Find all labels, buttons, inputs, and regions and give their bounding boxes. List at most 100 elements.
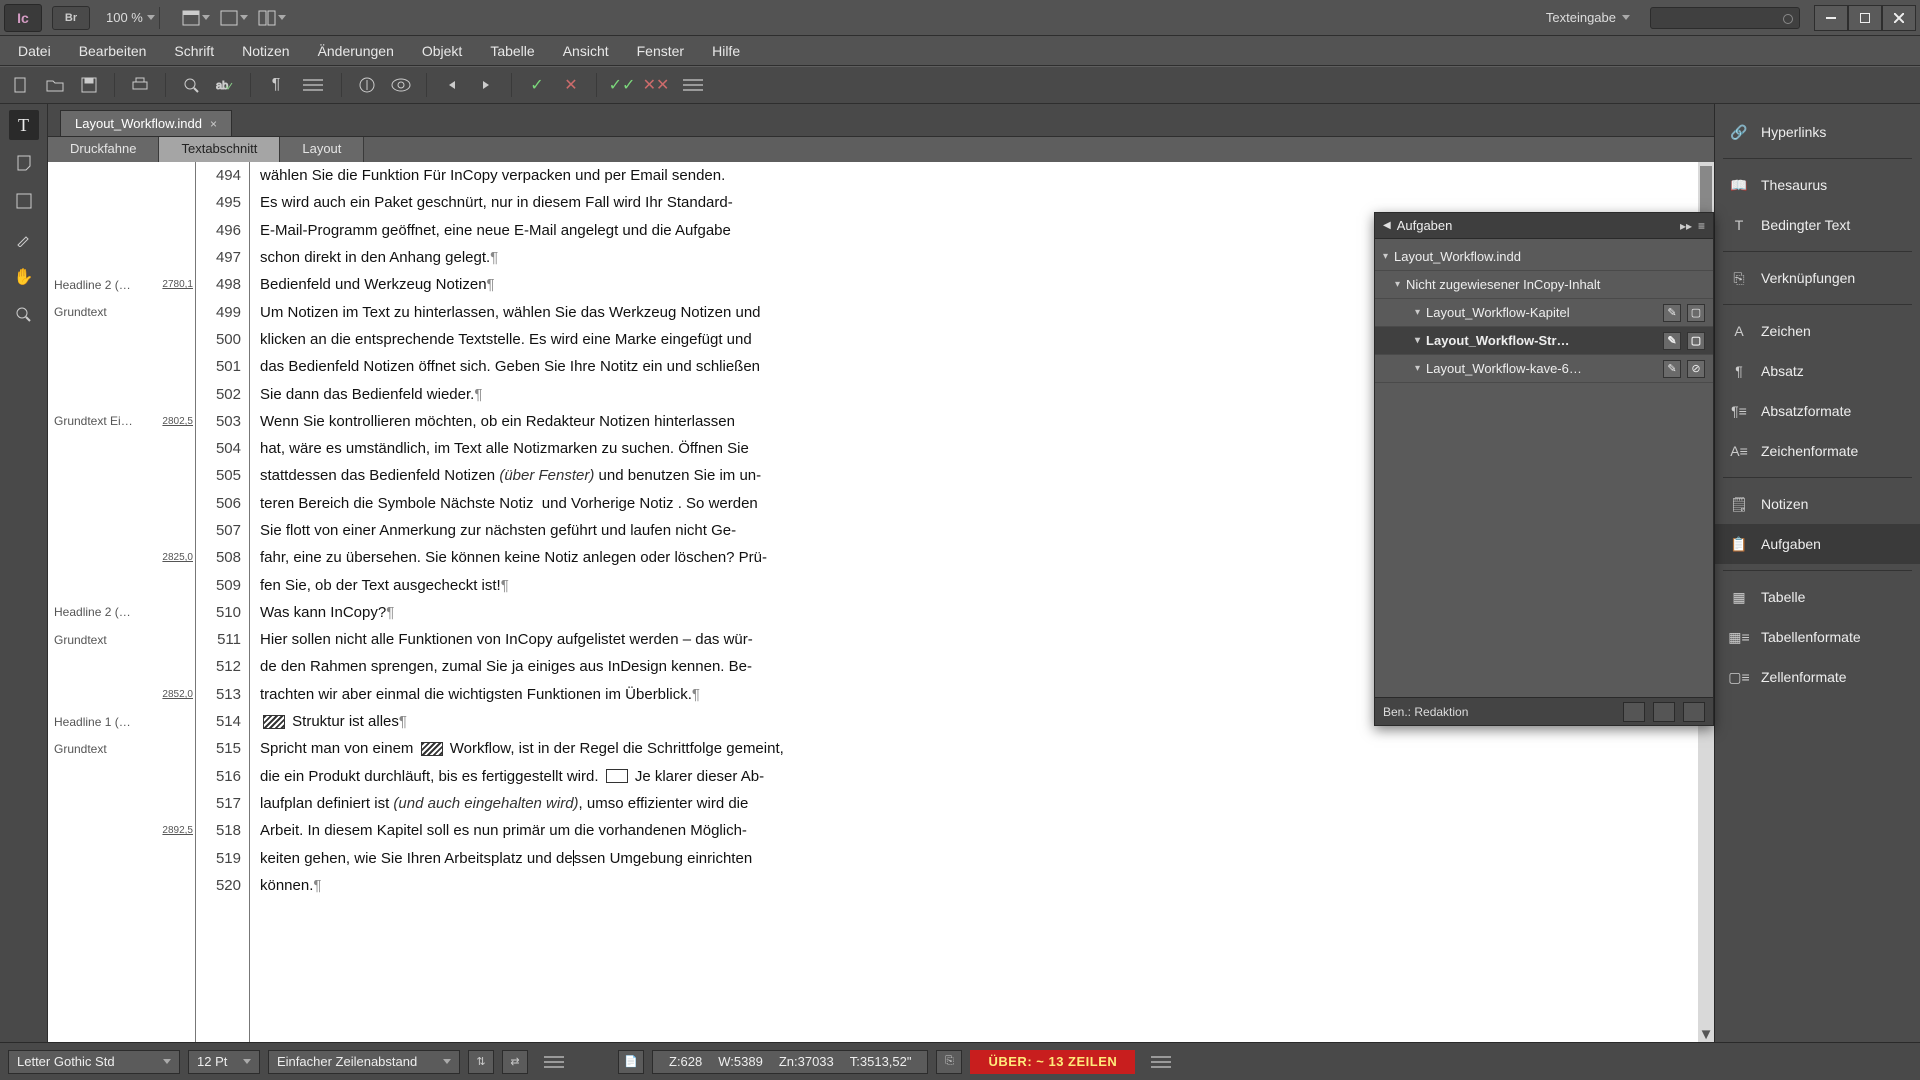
zoom-tool-icon[interactable]	[9, 300, 39, 330]
menu-notizen[interactable]: Notizen	[228, 37, 303, 65]
show-hidden-chars-icon[interactable]: ¶	[261, 72, 291, 98]
panel-tab-notizen[interactable]: 🗒Notizen	[1715, 484, 1920, 524]
note-tool-icon[interactable]	[9, 148, 39, 178]
screen-mode-icon[interactable]	[220, 7, 248, 29]
close-tab-icon[interactable]: ×	[210, 117, 217, 131]
zoom-level-dropdown[interactable]: 100 %	[106, 10, 155, 25]
edit-icon[interactable]: ✎	[1663, 360, 1681, 378]
find-icon[interactable]	[176, 72, 206, 98]
menu-objekt[interactable]: Objekt	[408, 37, 476, 65]
panel-tab-zellenformate[interactable]: ▢≡Zellenformate	[1715, 657, 1920, 697]
prev-change-icon[interactable]	[437, 72, 467, 98]
menu-hilfe[interactable]: Hilfe	[698, 37, 754, 65]
accept-all-icon[interactable]: ✓✓	[607, 72, 637, 98]
panel-tab-verknüpfungen[interactable]: ⎘Verknüpfungen	[1715, 258, 1920, 298]
font-family-dropdown[interactable]: Letter Gothic Std	[8, 1050, 180, 1074]
toolbar-menu-icon[interactable]	[683, 79, 703, 91]
workspace-switcher[interactable]: Texteingabe	[1546, 10, 1630, 25]
vertical-text-icon[interactable]: ⇅	[468, 1050, 494, 1074]
assignment-item[interactable]: ▾Layout_Workflow-Str…✎▢	[1375, 327, 1713, 355]
panel-tab-tabelle[interactable]: ▦Tabelle	[1715, 577, 1920, 617]
panel-tab-zeichen[interactable]: AZeichen	[1715, 311, 1920, 351]
panel-tab-tabellenformate[interactable]: ▦≡Tabellenformate	[1715, 617, 1920, 657]
panel-tab-thesaurus[interactable]: 📖Thesaurus	[1715, 165, 1920, 205]
panel-header[interactable]: ◀ Aufgaben ▸▸ ≡	[1375, 213, 1713, 239]
next-change-icon[interactable]	[471, 72, 501, 98]
preview-icon[interactable]	[386, 72, 416, 98]
off-icon[interactable]: ⊘	[1687, 360, 1705, 378]
view-tab-layout[interactable]: Layout	[280, 137, 364, 162]
close-button[interactable]	[1882, 5, 1916, 31]
text-line[interactable]: Arbeit. In diesem Kapitel soll es nun pr…	[260, 817, 1714, 844]
hand-tool-icon[interactable]: ✋	[9, 262, 39, 292]
check-out-icon[interactable]	[1683, 702, 1705, 722]
maximize-button[interactable]	[1848, 5, 1882, 31]
menu-fenster[interactable]: Fenster	[623, 37, 698, 65]
stats-toggle-icon[interactable]: 📄	[618, 1050, 644, 1074]
new-icon[interactable]	[6, 72, 36, 98]
collapse-panel-icon[interactable]: ▸▸	[1680, 219, 1692, 233]
status-menu-icon[interactable]	[1151, 1056, 1171, 1068]
panel-tab-bedingter text[interactable]: TBedingter Text	[1715, 205, 1920, 245]
leading-dropdown[interactable]: Einfacher Zeilenabstand	[268, 1050, 460, 1074]
menu-schrift[interactable]: Schrift	[160, 37, 228, 65]
font-size-dropdown[interactable]: 12 Pt	[188, 1050, 260, 1074]
reject-change-icon[interactable]: ✕	[556, 72, 586, 98]
tracking-toggle-icon[interactable]	[352, 72, 382, 98]
view-options-icon[interactable]	[182, 7, 210, 29]
arrange-documents-icon[interactable]	[258, 7, 286, 29]
reject-all-icon[interactable]: ✕✕	[641, 72, 671, 98]
edit-icon[interactable]: ✎	[1663, 332, 1681, 350]
text-line[interactable]: keiten gehen, wie Sie Ihren Arbeitsplatz…	[260, 844, 1714, 871]
tabellenformate-icon: ▦≡	[1729, 628, 1749, 646]
type-tool-icon[interactable]: T	[9, 110, 39, 140]
view-tab-textabschnitt[interactable]: Textabschnitt	[159, 137, 280, 162]
open-icon[interactable]	[40, 72, 70, 98]
box-icon[interactable]: ▢	[1687, 304, 1705, 322]
panel-tab-absatzformate[interactable]: ¶≡Absatzformate	[1715, 391, 1920, 431]
assignments-panel[interactable]: ◀ Aufgaben ▸▸ ≡ ▾Layout_Workflow.indd▾Ni…	[1374, 212, 1714, 726]
bridge-button[interactable]: Br	[52, 6, 90, 30]
save-icon[interactable]	[74, 72, 104, 98]
print-icon[interactable]	[125, 72, 155, 98]
menu-ansicht[interactable]: Ansicht	[549, 37, 623, 65]
refresh-icon[interactable]	[1653, 702, 1675, 722]
copyfit-icon[interactable]: ⎘	[936, 1050, 962, 1074]
line-number: 517	[196, 790, 241, 817]
line-number: 516	[196, 763, 241, 790]
assignment-item[interactable]: ▾Layout_Workflow-Kapitel✎▢	[1375, 299, 1713, 327]
eyedropper-tool-icon[interactable]	[9, 224, 39, 254]
assignment-item[interactable]: ▾Nicht zugewiesener InCopy-Inhalt	[1375, 271, 1713, 299]
text-line[interactable]: wählen Sie die Funktion Für InCopy verpa…	[260, 162, 1714, 189]
panel-tab-label: Absatzformate	[1761, 403, 1851, 419]
toolbar-menu-icon[interactable]	[303, 79, 323, 91]
assignment-item[interactable]: ▾Layout_Workflow.indd	[1375, 243, 1713, 271]
menu-bearbeiten[interactable]: Bearbeiten	[65, 37, 161, 65]
menu-tabelle[interactable]: Tabelle	[476, 37, 548, 65]
document-tab[interactable]: Layout_Workflow.indd ×	[60, 110, 232, 136]
scroll-down-icon[interactable]: ▼	[1698, 1026, 1714, 1042]
search-input[interactable]	[1650, 7, 1800, 29]
minimize-button[interactable]	[1814, 5, 1848, 31]
box-icon[interactable]: ▢	[1687, 332, 1705, 350]
update-assignment-icon[interactable]	[1623, 702, 1645, 722]
menu-datei[interactable]: Datei	[4, 37, 65, 65]
text-line[interactable]: können.¶	[260, 872, 1714, 899]
text-line[interactable]: die ein Produkt durchläuft, bis es ferti…	[260, 763, 1714, 790]
panel-tab-hyperlinks[interactable]: 🔗Hyperlinks	[1715, 112, 1920, 152]
view-tab-druckfahne[interactable]: Druckfahne	[48, 137, 159, 162]
text-line[interactable]: Spricht man von einem Workflow, ist in d…	[260, 735, 1714, 762]
accept-change-icon[interactable]: ✓	[522, 72, 552, 98]
edit-icon[interactable]: ✎	[1663, 304, 1681, 322]
position-tool-icon[interactable]	[9, 186, 39, 216]
spellcheck-icon[interactable]: ab	[210, 72, 240, 98]
panel-tab-zeichenformate[interactable]: A≡Zeichenformate	[1715, 431, 1920, 471]
assignment-item[interactable]: ▾Layout_Workflow-kave-6…✎⊘	[1375, 355, 1713, 383]
text-line[interactable]: laufplan definiert ist (und auch eingeha…	[260, 790, 1714, 817]
menu-änderungen[interactable]: Änderungen	[304, 37, 408, 65]
panel-tab-absatz[interactable]: ¶Absatz	[1715, 351, 1920, 391]
panel-tab-aufgaben[interactable]: 📋Aufgaben	[1715, 524, 1920, 564]
horizontal-text-icon[interactable]: ⇄	[502, 1050, 528, 1074]
status-menu-icon[interactable]	[544, 1056, 564, 1068]
panel-menu-icon[interactable]: ≡	[1698, 219, 1705, 233]
